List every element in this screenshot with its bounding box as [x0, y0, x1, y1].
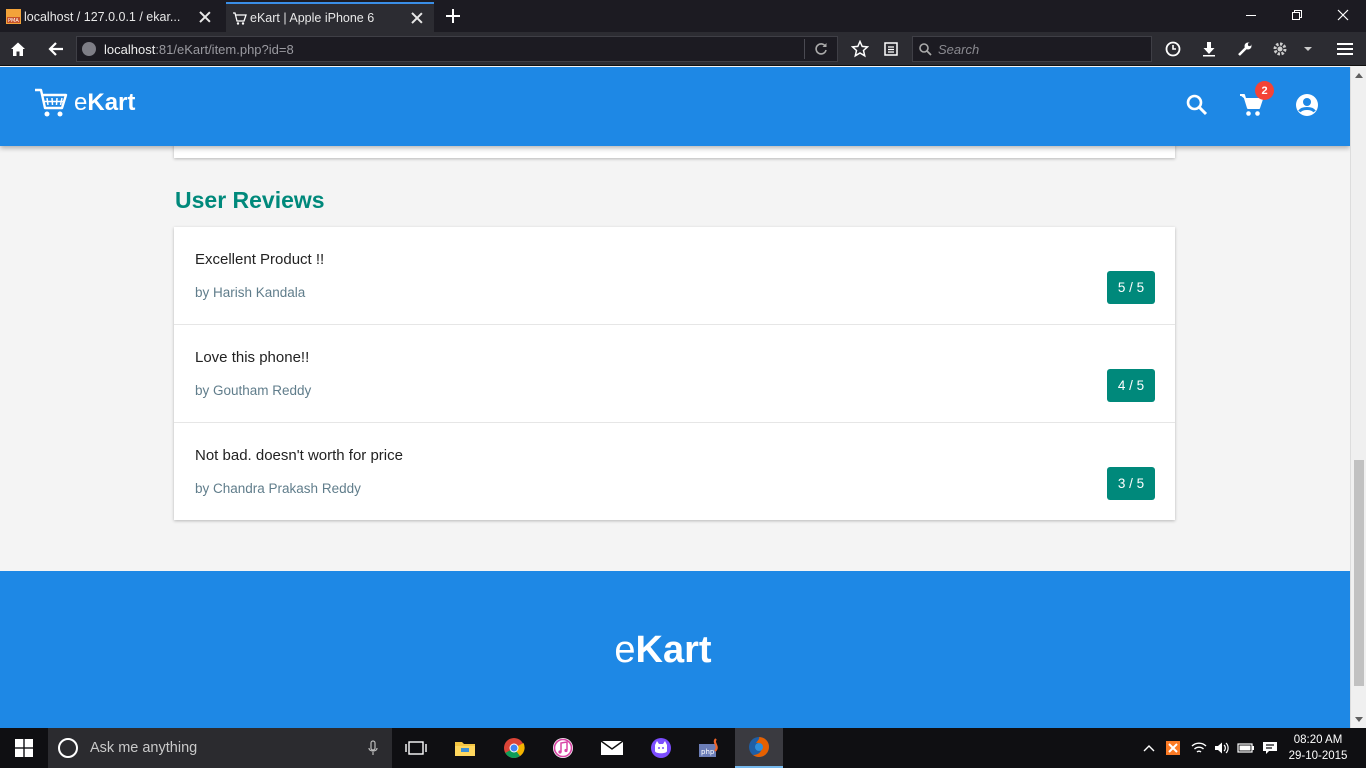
close-window-icon[interactable]	[1320, 0, 1366, 30]
site-info-icon[interactable]	[82, 42, 96, 56]
history-icon[interactable]	[1161, 37, 1185, 61]
review-item: Love this phone!! by Goutham Reddy 4 / 5	[174, 325, 1175, 423]
php-icon[interactable]: php	[686, 728, 734, 768]
reload-icon[interactable]	[814, 42, 828, 56]
back-icon[interactable]	[44, 37, 68, 61]
phpmyadmin-icon: PMA	[6, 9, 21, 24]
tab-label: localhost / 127.0.0.1 / ekar...	[24, 10, 181, 24]
tab-label: eKart | Apple iPhone 6	[250, 11, 375, 25]
review-score-badge: 3 / 5	[1107, 467, 1155, 500]
xampp-tray-icon[interactable]	[1163, 728, 1183, 768]
tab-phpmyadmin[interactable]: PMA localhost / 127.0.0.1 / ekar...	[0, 2, 222, 32]
battery-icon[interactable]	[1235, 728, 1257, 768]
brand-bold: Kart	[87, 89, 136, 116]
close-tab-icon[interactable]	[410, 11, 424, 25]
hamburger-menu-icon[interactable]	[1333, 37, 1357, 61]
svg-text:php: php	[701, 748, 715, 756]
reviews-list: Excellent Product !! by Harish Kandala 5…	[174, 227, 1175, 520]
scroll-down-icon[interactable]	[1355, 717, 1363, 722]
svg-text:PMA: PMA	[8, 18, 19, 24]
review-title: Not bad. doesn't worth for price	[195, 447, 403, 464]
browser-nav-bar: localhost:81/eKart/item.php?id=8 Search	[0, 32, 1366, 66]
browser-search-field[interactable]: Search	[912, 36, 1152, 62]
downloads-icon[interactable]	[1197, 37, 1221, 61]
url-host: localhost	[104, 41, 156, 57]
clock-time: 08:20 AM	[1293, 734, 1343, 746]
windows-start-icon[interactable]	[0, 728, 48, 768]
review-title: Excellent Product !!	[195, 251, 325, 268]
cart-favicon-icon	[233, 12, 247, 25]
review-item: Not bad. doesn't worth for price by Chan…	[174, 423, 1175, 520]
review-score-badge: 4 / 5	[1107, 369, 1155, 402]
search-placeholder: Search	[938, 41, 980, 57]
new-tab-icon[interactable]	[444, 7, 462, 25]
cart-count-badge: 2	[1255, 81, 1274, 100]
cart-logo-icon	[35, 88, 68, 117]
firefox-icon[interactable]	[735, 728, 783, 768]
minimize-icon[interactable]	[1228, 0, 1274, 30]
search-icon[interactable]	[1184, 92, 1210, 118]
user-reviews-heading: User Reviews	[175, 187, 325, 213]
scrollbar-thumb[interactable]	[1354, 460, 1364, 686]
gear-icon[interactable]	[1268, 37, 1292, 61]
itunes-icon[interactable]	[539, 728, 587, 768]
browser-tab-bar: PMA localhost / 127.0.0.1 / ekar... eKar…	[0, 0, 1366, 32]
review-author: by Goutham Reddy	[195, 383, 312, 398]
app-header: eKart 2	[0, 67, 1350, 146]
review-score-badge: 5 / 5	[1107, 271, 1155, 304]
review-author: by Chandra Prakash Reddy	[195, 481, 361, 496]
scroll-up-icon[interactable]	[1355, 73, 1363, 78]
brand-prefix: e	[74, 89, 88, 116]
review-author: by Harish Kandala	[195, 285, 306, 300]
cortana-placeholder: Ask me anything	[90, 740, 198, 756]
bookmark-star-icon[interactable]	[848, 37, 872, 61]
action-center-icon[interactable]	[1259, 728, 1281, 768]
url-divider	[804, 39, 805, 59]
url-path: :81/eKart/item.php?id=8	[155, 41, 294, 57]
restore-icon[interactable]	[1274, 0, 1320, 30]
page-footer: eKart	[0, 571, 1350, 728]
page-scrollbar[interactable]	[1350, 67, 1366, 728]
microphone-icon[interactable]	[368, 740, 378, 756]
page-viewport: eKart 2 User Reviews Excellent Product !…	[0, 67, 1350, 728]
home-icon[interactable]	[6, 37, 30, 61]
reading-list-icon[interactable]	[879, 37, 903, 61]
task-view-icon[interactable]	[392, 728, 440, 768]
footer-brand-bold: Kart	[635, 629, 712, 671]
clock-date: 29-10-2015	[1288, 750, 1348, 762]
footer-brand: eKart	[0, 629, 1326, 672]
tab-ekart[interactable]: eKart | Apple iPhone 6	[226, 2, 434, 32]
file-explorer-icon[interactable]	[441, 728, 489, 768]
search-icon	[919, 42, 932, 56]
review-item: Excellent Product !! by Harish Kandala 5…	[174, 227, 1175, 325]
footer-brand-prefix: e	[614, 629, 636, 671]
review-title: Love this phone!!	[195, 349, 310, 366]
chevron-down-icon[interactable]	[1296, 37, 1320, 61]
taskbar-clock[interactable]: 08:20 AM 29-10-2015	[1286, 732, 1350, 764]
mail-icon[interactable]	[588, 728, 636, 768]
address-bar[interactable]: localhost:81/eKart/item.php?id=8	[76, 36, 838, 62]
windows-taskbar: Ask me anything php 08:20 AM 29-10-2015	[0, 728, 1366, 768]
chrome-icon[interactable]	[490, 728, 538, 768]
cortana-icon	[58, 738, 78, 758]
show-hidden-icons-chevron-icon[interactable]	[1140, 728, 1158, 768]
brand-logo[interactable]: eKart	[34, 86, 135, 120]
account-circle-icon[interactable]	[1294, 92, 1320, 118]
wrench-icon[interactable]	[1233, 37, 1257, 61]
wifi-icon[interactable]	[1188, 728, 1210, 768]
cat-app-icon[interactable]	[637, 728, 685, 768]
cortana-search-box[interactable]: Ask me anything	[48, 728, 392, 768]
volume-icon[interactable]	[1211, 728, 1233, 768]
close-tab-icon[interactable]	[198, 10, 212, 24]
